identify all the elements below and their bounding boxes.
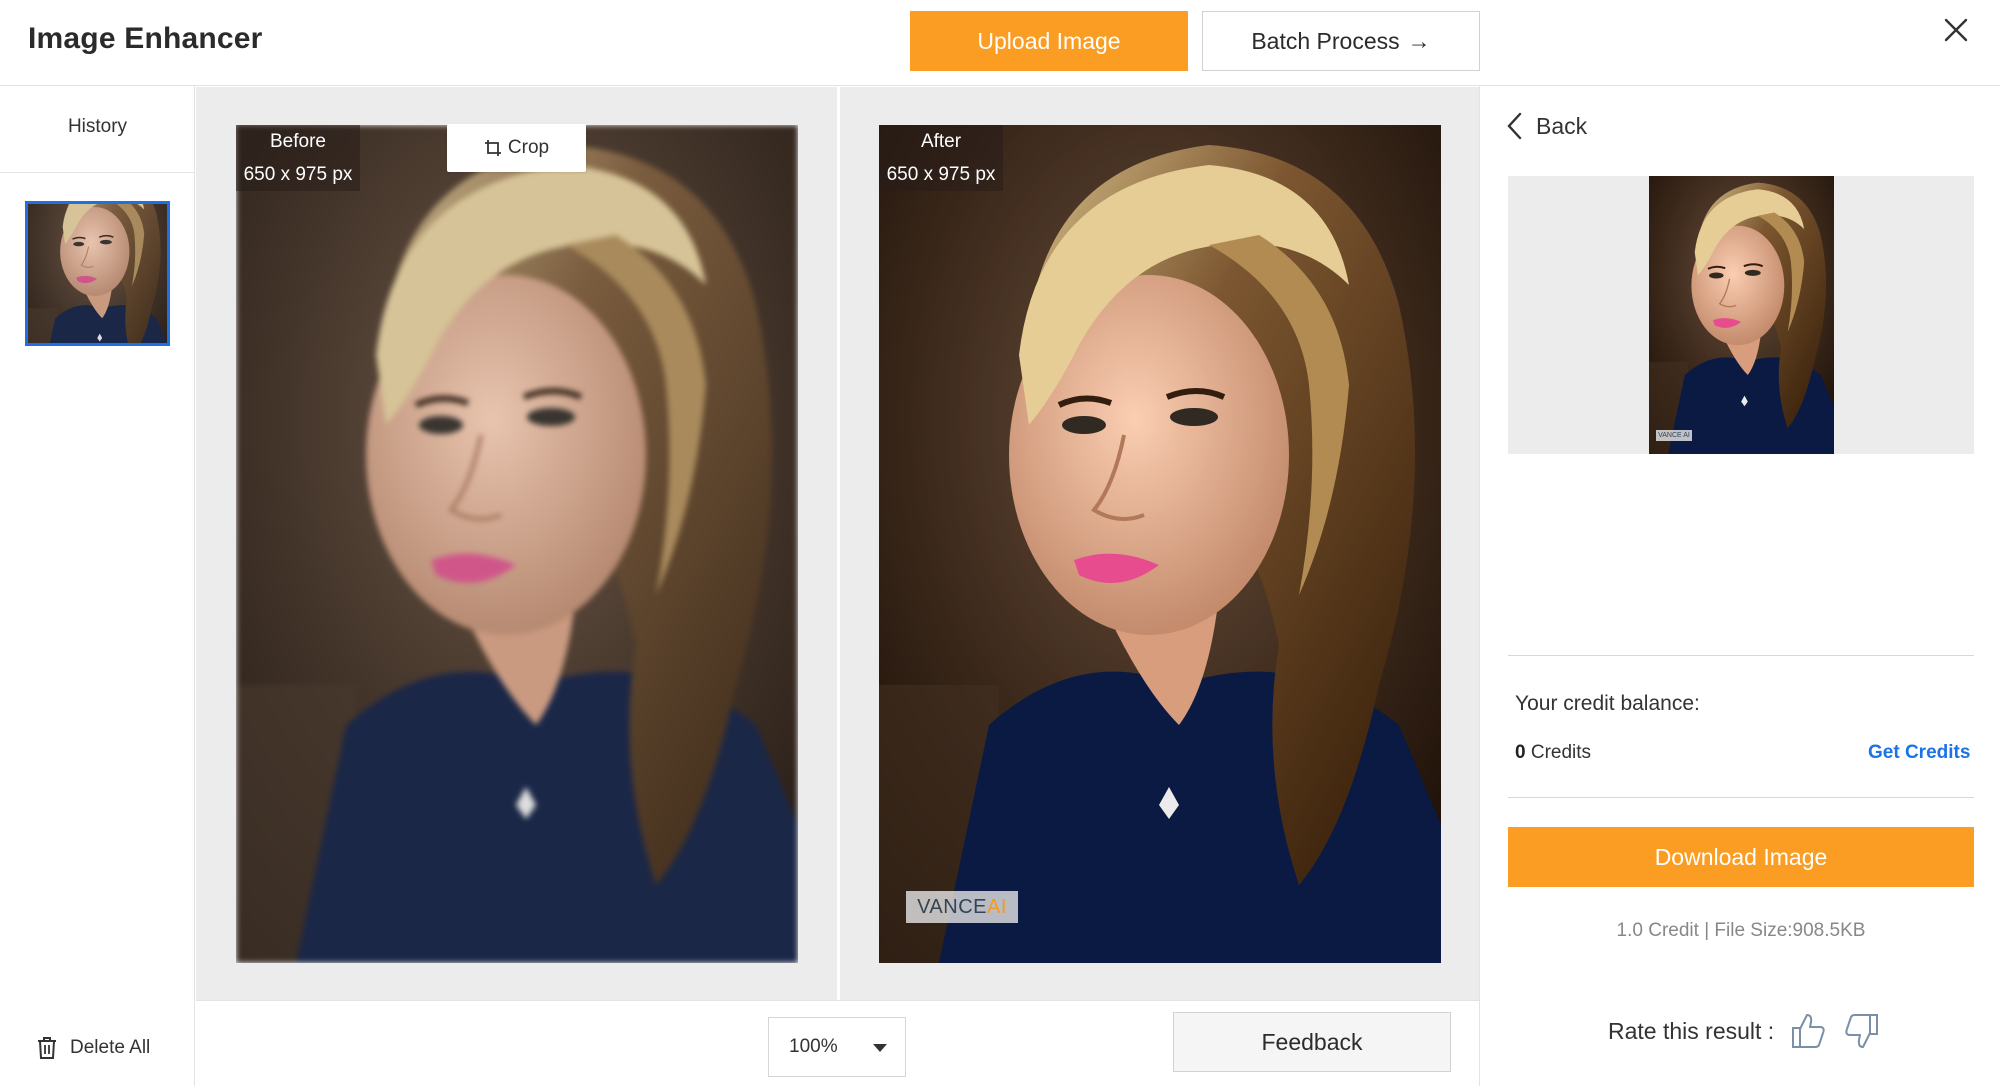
panel-divider-top: [1508, 655, 1974, 656]
crop-icon: [484, 140, 501, 156]
zoom-dropdown[interactable]: 100%: [768, 1017, 906, 1077]
close-icon[interactable]: [1940, 14, 1972, 46]
before-label: Before 650 x 975 px: [236, 125, 360, 191]
upload-image-label: Upload Image: [977, 27, 1121, 54]
history-sidebar: History Delete All: [0, 86, 195, 1086]
before-size: 650 x 975 px: [243, 164, 353, 185]
get-credits-link[interactable]: Get Credits: [1868, 742, 1970, 764]
top-bar: Image Enhancer Upload Image Batch Proces…: [0, 0, 2000, 86]
watermark-main: VANCE: [917, 895, 987, 918]
rate-result-row: Rate this result :: [1608, 1010, 1882, 1052]
before-image: [236, 125, 798, 963]
after-title: After: [920, 131, 962, 152]
thumb-down-icon[interactable]: [1842, 1010, 1882, 1052]
credit-unit: Credits: [1530, 742, 1592, 763]
download-image-button[interactable]: Download Image: [1508, 827, 1974, 887]
delete-all-button[interactable]: Delete All: [36, 1036, 150, 1060]
app-title: Image Enhancer: [28, 22, 263, 55]
compare-divider: [837, 87, 840, 1000]
file-info: 1.0 Credit | File Size:908.5KB: [1616, 920, 1866, 941]
rate-label: Rate this result :: [1608, 1017, 1775, 1044]
batch-process-label: Batch Process: [1251, 27, 1400, 54]
download-image-label: Download Image: [1654, 843, 1828, 870]
after-image: [879, 125, 1441, 963]
batch-process-button[interactable]: Batch Process →: [1202, 11, 1480, 71]
back-button[interactable]: Back: [1506, 112, 1587, 140]
credit-amount: 0: [1515, 742, 1526, 763]
zoom-value: 100%: [789, 1036, 838, 1057]
result-preview-image: [1649, 176, 1834, 454]
back-label: Back: [1536, 112, 1588, 139]
credit-balance-title: Your credit balance:: [1515, 692, 1700, 715]
history-heading: History: [67, 116, 128, 137]
crop-button[interactable]: Crop: [447, 124, 586, 172]
panel-divider-bottom: [1508, 797, 1974, 798]
arrow-right-icon: →: [1407, 27, 1431, 54]
history-item-selected[interactable]: [25, 201, 170, 346]
history-thumbnail-image: [28, 204, 167, 343]
vanceai-watermark: VANCE AI: [906, 891, 1018, 923]
credit-balance-value: 0 Credits: [1515, 742, 1591, 764]
crop-label: Crop: [507, 137, 550, 158]
thumb-up-icon[interactable]: [1788, 1010, 1828, 1052]
after-size: 650 x 975 px: [886, 164, 996, 185]
caret-down-icon: [873, 1044, 887, 1052]
feedback-label: Feedback: [1261, 1028, 1363, 1055]
upload-image-button[interactable]: Upload Image: [910, 11, 1188, 71]
chevron-left-icon: [1507, 112, 1522, 140]
sidebar-divider: [0, 172, 195, 173]
before-title: Before: [270, 131, 326, 152]
feedback-button[interactable]: Feedback: [1173, 1012, 1451, 1072]
delete-all-label: Delete All: [70, 1037, 151, 1058]
trash-icon: [38, 1037, 56, 1059]
preview-watermark: VANCE AI: [1656, 430, 1692, 441]
after-label: After 650 x 975 px: [879, 125, 1003, 191]
watermark-ai: AI: [987, 895, 1007, 918]
